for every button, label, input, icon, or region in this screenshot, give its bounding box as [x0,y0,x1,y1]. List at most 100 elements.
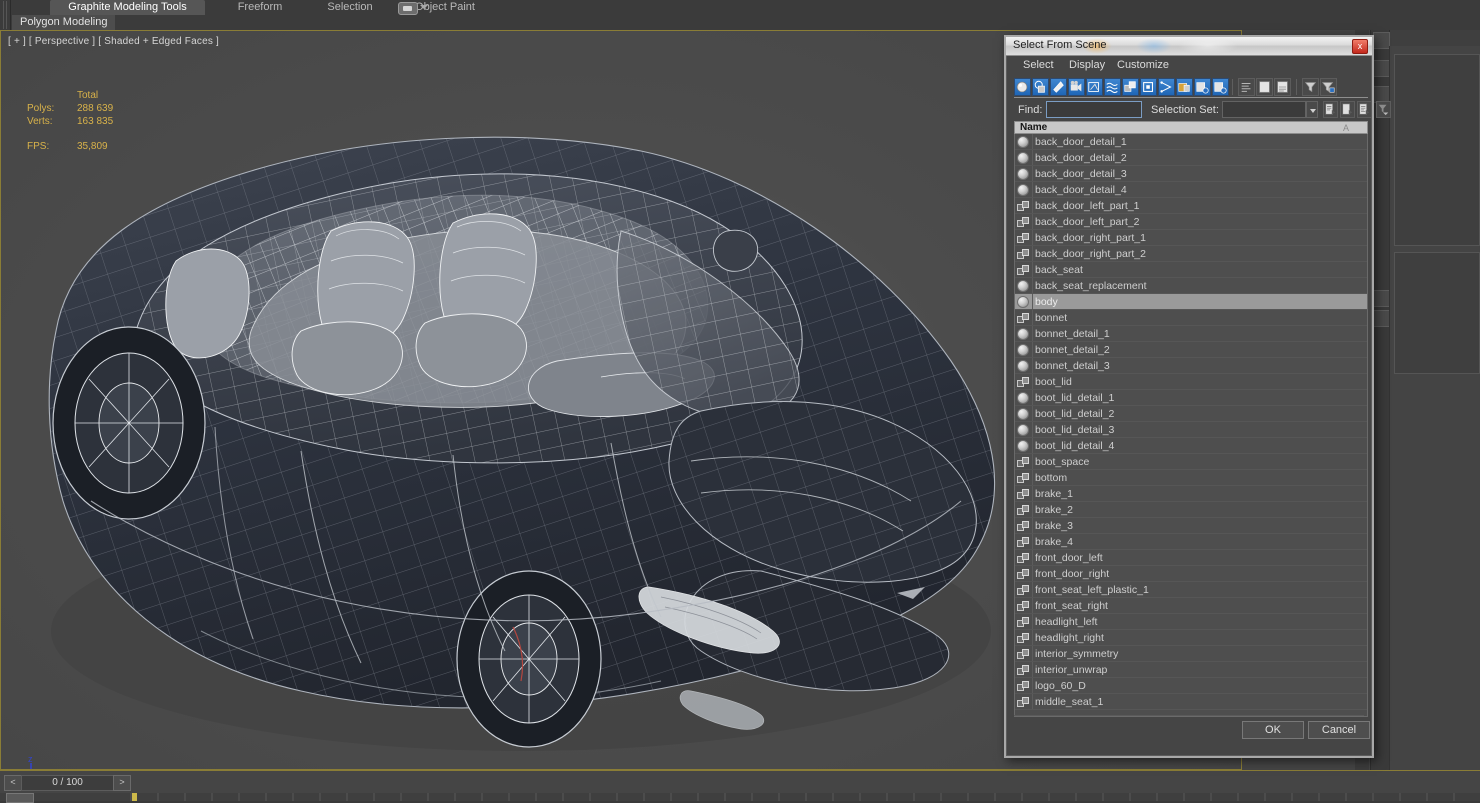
list-item-label: front_seat_left_plastic_1 [1035,584,1149,596]
icon-column-divider [1032,278,1033,294]
select-sets-icon[interactable] [1357,101,1372,118]
prev-frame-button[interactable]: < [4,775,22,791]
bone-objects-filter-icon[interactable] [1158,78,1175,96]
advanced-filter-icon[interactable] [1320,78,1337,96]
list-item[interactable]: back_door_left_part_2 [1015,214,1367,230]
ribbon-subtab-polygon-modeling[interactable]: Polygon Modeling [12,15,116,30]
groups-filter-icon[interactable] [1122,78,1139,96]
stats-verts-label: Verts: [27,116,53,127]
helpers-filter-icon[interactable] [1086,78,1103,96]
list-item[interactable]: boot_lid_detail_3 [1015,422,1367,438]
selection-set-input[interactable] [1222,101,1306,118]
list-item-label: boot_lid_detail_4 [1035,440,1115,452]
modify-tab-icon[interactable] [1373,60,1390,77]
list-item[interactable]: back_door_detail_4 [1015,182,1367,198]
list-item[interactable]: bonnet_detail_2 [1015,342,1367,358]
cameras-filter-icon[interactable] [1068,78,1085,96]
list-item[interactable]: back_door_right_part_1 [1015,230,1367,246]
list-item[interactable]: headlight_right [1015,630,1367,646]
menu-select[interactable]: Select [1023,59,1054,71]
xrefs-filter-icon[interactable] [1140,78,1157,96]
create-tab-icon[interactable] [1373,32,1390,49]
next-frame-button[interactable]: > [113,775,131,791]
list-item[interactable]: front_door_right [1015,566,1367,582]
viewport-config-icon[interactable] [398,2,418,15]
list-column-header[interactable]: Name A [1014,121,1368,134]
list-item-label: interior_unwrap [1035,664,1108,676]
dialog-filter-toolbar [1014,78,1368,98]
sort-ascending-icon[interactable]: A [1343,123,1349,133]
rollout-panel-b[interactable] [1394,252,1480,374]
list-item[interactable]: boot_lid_detail_2 [1015,406,1367,422]
list-item[interactable]: interior_unwrap [1015,662,1367,678]
selected-objects-filter-icon[interactable] [1302,78,1319,96]
list-item[interactable]: boot_space [1015,454,1367,470]
chevron-down-icon[interactable] [420,5,428,9]
ok-button[interactable]: OK [1242,721,1304,739]
display-influences-icon[interactable] [1256,78,1273,96]
chevron-down-icon[interactable] [1306,101,1318,118]
list-item[interactable]: logo_60_D [1015,678,1367,694]
sphere-icon [1016,327,1030,341]
list-item[interactable]: headlight_left [1015,614,1367,630]
list-item[interactable]: brake_4 [1015,534,1367,550]
list-item[interactable]: brake_2 [1015,502,1367,518]
list-item[interactable]: front_seat_left_plastic_1 [1015,582,1367,598]
rollout-panel-a[interactable] [1394,54,1480,246]
list-item-label: boot_lid_detail_1 [1035,392,1115,404]
open-track-view-button[interactable] [6,793,34,803]
display-children-icon[interactable] [1238,78,1255,96]
list-item[interactable]: interior_symmetry [1015,646,1367,662]
list-item[interactable]: front_seat_right [1015,598,1367,614]
icon-column-divider [1032,182,1033,198]
icon-column-divider [1032,694,1033,710]
list-item[interactable]: boot_lid_detail_4 [1015,438,1367,454]
lights-filter-icon[interactable] [1050,78,1067,96]
list-item[interactable]: back_door_detail_3 [1015,166,1367,182]
ribbon-tab-graphite-modeling-tools[interactable]: Graphite Modeling Tools [50,0,205,15]
menu-display[interactable]: Display [1069,59,1105,71]
list-item[interactable]: bonnet_detail_3 [1015,358,1367,374]
list-item[interactable]: back_door_right_part_2 [1015,246,1367,262]
collapse-all-icon[interactable] [1340,101,1355,118]
list-item[interactable]: boot_lid_detail_1 [1015,390,1367,406]
find-input[interactable] [1046,101,1142,118]
list-item[interactable]: middle_seat_1 [1015,694,1367,710]
ribbon-tab-freeform[interactable]: Freeform [215,0,305,15]
list-item[interactable]: boot_lid [1015,374,1367,390]
list-item[interactable]: body [1015,294,1367,310]
display-tab-icon[interactable] [1373,310,1390,327]
list-item[interactable]: front_door_left [1015,550,1367,566]
motion-tab-icon[interactable] [1373,290,1390,307]
scene-object-list[interactable]: back_door_detail_1 back_door_detail_2 back… [1014,134,1368,717]
list-row-separator [1015,709,1367,710]
list-item[interactable]: brake_3 [1015,518,1367,534]
none-filter-icon[interactable] [1212,78,1229,96]
select-from-scene-dialog[interactable]: Select From Scene x Select Display Custo… [1004,35,1391,758]
ribbon-tab-selection[interactable]: Selection [310,0,390,15]
list-item[interactable]: brake_1 [1015,486,1367,502]
cancel-button[interactable]: Cancel [1308,721,1370,739]
all-filter-icon[interactable] [1194,78,1211,96]
expand-all-icon[interactable] [1323,101,1338,118]
command-panel [1370,30,1480,770]
list-item[interactable]: back_seat_replacement [1015,278,1367,294]
expand-all-icon[interactable] [1274,78,1291,96]
dialog-title-bar[interactable]: Select From Scene x [1006,37,1372,56]
menu-customize[interactable]: Customize [1117,59,1169,71]
pick-icon[interactable] [1376,101,1391,118]
geometry-filter-icon[interactable] [1014,78,1031,96]
list-item[interactable]: back_door_detail_2 [1015,150,1367,166]
list-item[interactable]: back_door_detail_1 [1015,134,1367,150]
current-frame-field[interactable]: 0 / 100 [21,775,114,791]
list-item[interactable]: bonnet_detail_1 [1015,326,1367,342]
containers-filter-icon[interactable] [1176,78,1193,96]
list-item[interactable]: bonnet [1015,310,1367,326]
list-item[interactable]: back_door_left_part_1 [1015,198,1367,214]
time-slider-track[interactable] [131,775,1480,789]
shapes-filter-icon[interactable] [1032,78,1049,96]
list-item[interactable]: back_seat [1015,262,1367,278]
space-warps-filter-icon[interactable] [1104,78,1121,96]
list-item[interactable]: bottom [1015,470,1367,486]
close-icon[interactable]: x [1352,39,1368,54]
